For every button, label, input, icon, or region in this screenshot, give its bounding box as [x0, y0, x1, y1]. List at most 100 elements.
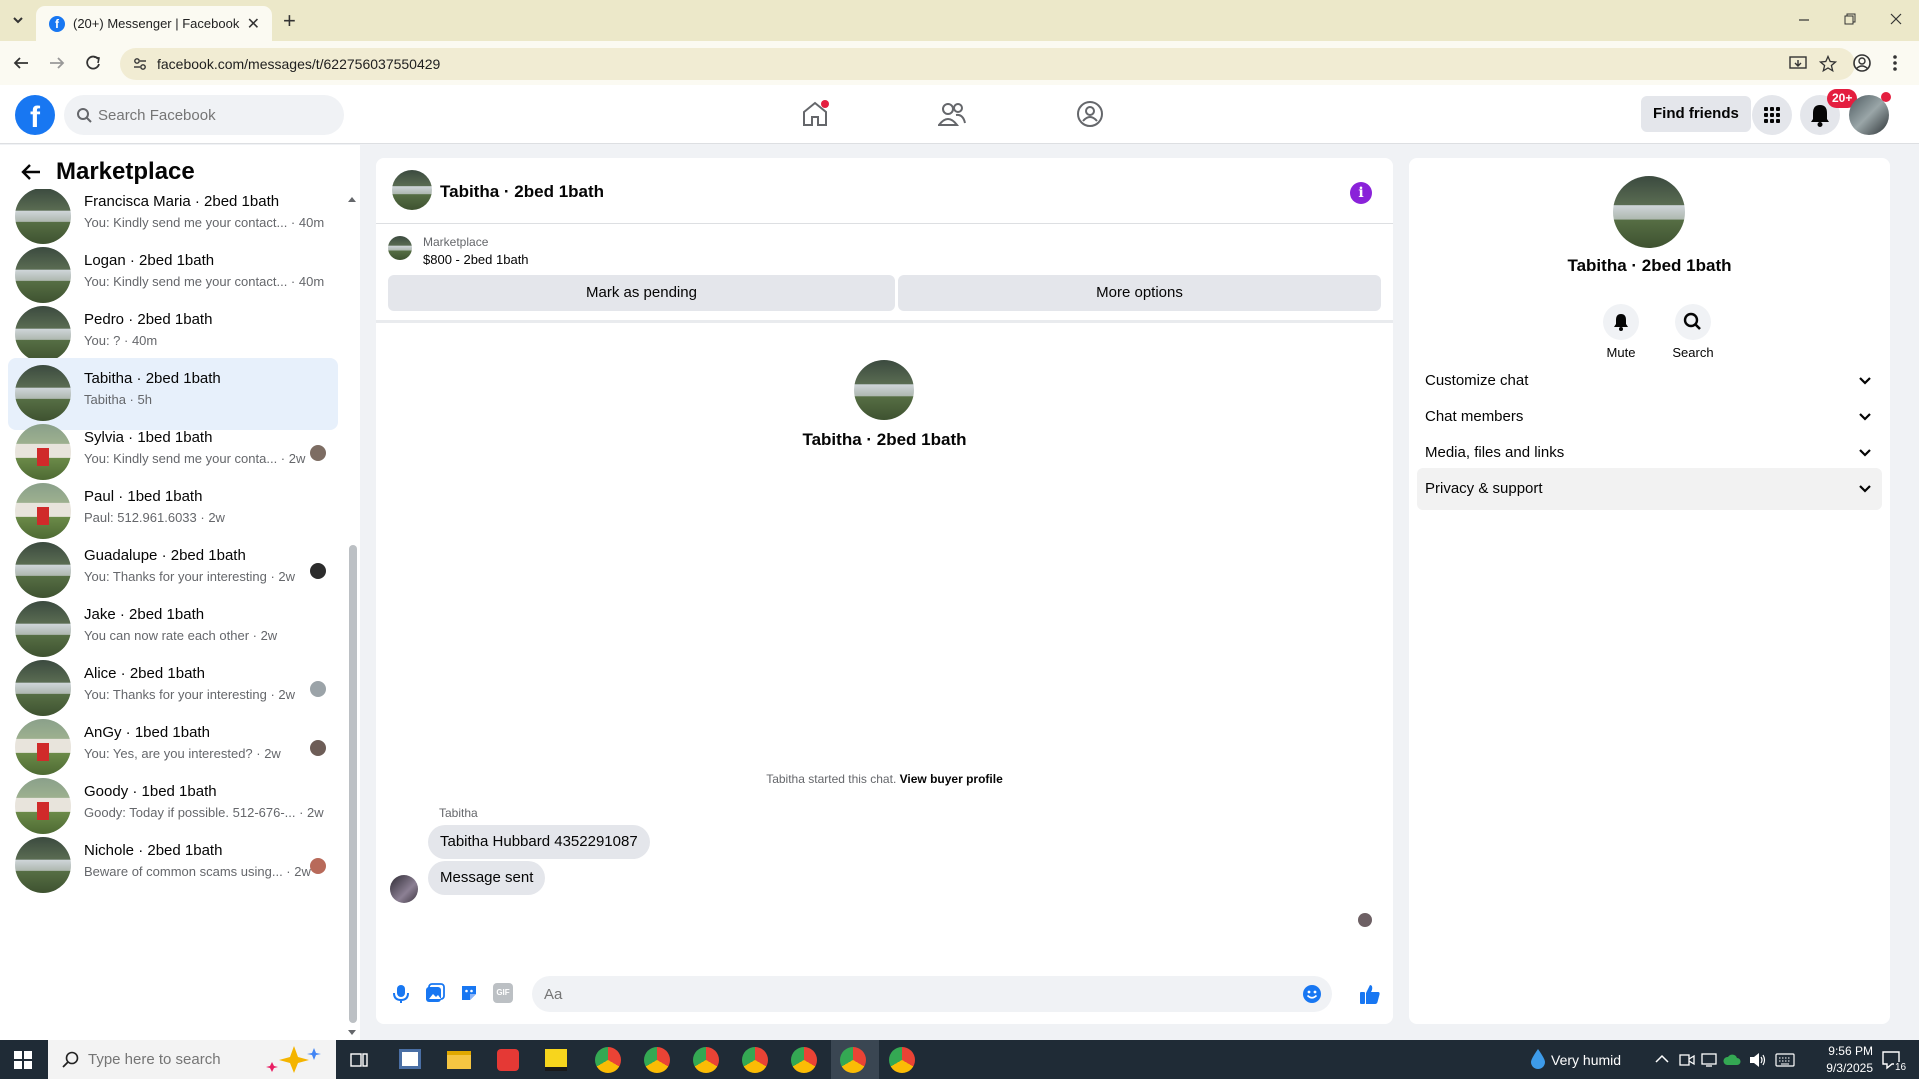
- friends-icon[interactable]: [938, 101, 966, 127]
- clock-date[interactable]: 9/3/2025: [1811, 1061, 1873, 1075]
- microphone-icon[interactable]: [392, 984, 410, 1004]
- chrome-icon[interactable]: [889, 1047, 915, 1073]
- weather-drop-icon[interactable]: [1530, 1048, 1546, 1070]
- volume-icon[interactable]: [1749, 1052, 1767, 1068]
- conversation-name: Francisca Maria · 2bed 1bath: [84, 193, 280, 210]
- chrome-icon[interactable]: [742, 1047, 768, 1073]
- minimize-icon[interactable]: [1797, 12, 1811, 26]
- chat-title[interactable]: Tabitha · 2bed 1bath: [440, 182, 604, 202]
- close-window-icon[interactable]: [1889, 12, 1903, 26]
- profile-icon[interactable]: [1852, 53, 1872, 73]
- weather-text[interactable]: Very humid: [1551, 1052, 1621, 1068]
- taskbar-search-input[interactable]: [88, 1040, 288, 1079]
- chevron-down-icon: [1858, 482, 1872, 496]
- show-hidden-icons-icon[interactable]: [1655, 1054, 1669, 1064]
- conversation-name: Paul · 1bed 1bath: [84, 488, 203, 505]
- conversation-snippet: Beware of common scams using... · 2w: [84, 864, 311, 879]
- search-icon: [76, 107, 92, 123]
- mark-as-pending-button[interactable]: Mark as pending: [388, 275, 895, 311]
- url-bar[interactable]: facebook.com/messages/t/622756037550429: [120, 48, 1855, 80]
- sticky-notes-icon[interactable]: [545, 1049, 567, 1071]
- browser-address-bar: facebook.com/messages/t/622756037550429: [0, 41, 1919, 85]
- emoji-icon[interactable]: [1302, 984, 1322, 1004]
- conversation-snippet: You: ? · 40m: [84, 333, 158, 348]
- chat-header-avatar[interactable]: [392, 170, 432, 210]
- conversation-name: Guadalupe · 2bed 1bath: [84, 547, 246, 564]
- chat-started-notice: Tabitha started this chat. View buyer pr…: [376, 772, 1393, 786]
- message-bubble[interactable]: Message sent: [428, 861, 546, 895]
- mute-button[interactable]: Mute: [1591, 304, 1651, 360]
- listing-price[interactable]: $800 - 2bed 1bath: [423, 252, 529, 267]
- tab-close-icon[interactable]: ✕: [247, 14, 260, 34]
- account-avatar[interactable]: [1849, 92, 1891, 135]
- details-avatar[interactable]: [1613, 176, 1685, 248]
- install-app-icon[interactable]: [1789, 56, 1807, 72]
- clock-time[interactable]: 9:56 PM: [1811, 1044, 1873, 1058]
- listing-thumbnail[interactable]: [388, 236, 412, 260]
- conversation-name: Alice · 2bed 1bath: [84, 665, 205, 682]
- conversation-avatar: [15, 542, 71, 598]
- details-name: Tabitha · 2bed 1bath: [1567, 256, 1732, 275]
- sidebar-scrollbar[interactable]: [349, 545, 357, 1023]
- view-buyer-profile-link[interactable]: View buyer profile: [900, 772, 1003, 786]
- menu-grid-button[interactable]: [1752, 95, 1792, 135]
- sender-avatar[interactable]: [390, 875, 418, 903]
- restore-icon[interactable]: [1843, 12, 1857, 26]
- tab-list-chevron-icon[interactable]: [8, 10, 28, 30]
- conversation-sidebar: Marketplace Francisca Maria · 2bed 1bath…: [0, 145, 360, 1040]
- home-icon[interactable]: [801, 100, 829, 128]
- forward-icon[interactable]: [48, 54, 66, 72]
- facebook-logo-icon[interactable]: f: [15, 95, 55, 135]
- chrome-icon[interactable]: [693, 1047, 719, 1073]
- chrome-icon[interactable]: [840, 1047, 866, 1073]
- photo-icon[interactable]: [425, 983, 445, 1003]
- app-window-icon[interactable]: [399, 1049, 421, 1069]
- app-red-icon[interactable]: [497, 1049, 519, 1071]
- display-icon[interactable]: [1701, 1052, 1717, 1068]
- back-arrow-icon[interactable]: [20, 161, 42, 183]
- task-view-icon[interactable]: [350, 1051, 368, 1069]
- sticker-icon[interactable]: [459, 983, 479, 1003]
- seen-avatar: [310, 563, 326, 579]
- facebook-search[interactable]: [64, 95, 344, 135]
- browser-menu-icon[interactable]: [1892, 53, 1898, 73]
- new-tab-icon[interactable]: +: [283, 8, 296, 34]
- back-icon[interactable]: [12, 54, 30, 72]
- scroll-down-icon[interactable]: [347, 1029, 357, 1037]
- windows-start-icon[interactable]: [14, 1051, 32, 1069]
- groups-icon[interactable]: [1076, 100, 1104, 128]
- conversation-name: Goody · 1bed 1bath: [84, 783, 217, 800]
- info-icon[interactable]: i: [1350, 182, 1372, 204]
- chrome-icon[interactable]: [791, 1047, 817, 1073]
- like-thumb-icon[interactable]: [1359, 983, 1381, 1005]
- reload-icon[interactable]: [84, 54, 102, 72]
- meet-icon[interactable]: [1679, 1052, 1695, 1068]
- details-section-privacy-support[interactable]: Privacy & support: [1417, 468, 1882, 510]
- taskbar-search[interactable]: [48, 1040, 336, 1079]
- chrome-icon[interactable]: [595, 1047, 621, 1073]
- gif-icon[interactable]: GIF: [493, 983, 513, 1003]
- search-input[interactable]: [98, 95, 328, 135]
- account-dot-icon: [1881, 92, 1891, 102]
- scroll-up-icon[interactable]: [347, 195, 357, 203]
- conversation-snippet: You can now rate each other · 2w: [84, 628, 278, 643]
- message-composer[interactable]: [532, 976, 1332, 1012]
- conversation-name: Logan · 2bed 1bath: [84, 252, 215, 269]
- chat-panel: Tabitha · 2bed 1bath i Marketplace $800 …: [376, 158, 1393, 1024]
- site-settings-icon[interactable]: [132, 56, 148, 72]
- bookmark-star-icon[interactable]: [1819, 55, 1837, 73]
- file-explorer-icon[interactable]: [447, 1051, 471, 1069]
- conversation-item[interactable]: Nichole · 2bed 1bath Beware of common sca…: [8, 830, 338, 902]
- conversation-snippet: Tabitha · 5h: [84, 392, 152, 407]
- browser-tab[interactable]: f (20+) Messenger | Facebook ✕: [36, 6, 272, 41]
- chrome-icon[interactable]: [644, 1047, 670, 1073]
- message-bubble[interactable]: Tabitha Hubbard 4352291087: [428, 825, 650, 859]
- conversation-snippet: You: Kindly send me your conta... · 2w: [84, 451, 306, 466]
- profile-avatar[interactable]: [854, 360, 914, 420]
- cloud-sync-icon[interactable]: [1723, 1052, 1741, 1068]
- find-friends-button[interactable]: Find friends: [1641, 96, 1751, 132]
- search-conversation-button[interactable]: Search: [1663, 304, 1723, 360]
- message-input[interactable]: [544, 976, 1244, 1012]
- more-options-button[interactable]: More options: [898, 275, 1381, 311]
- keyboard-icon[interactable]: [1775, 1053, 1795, 1067]
